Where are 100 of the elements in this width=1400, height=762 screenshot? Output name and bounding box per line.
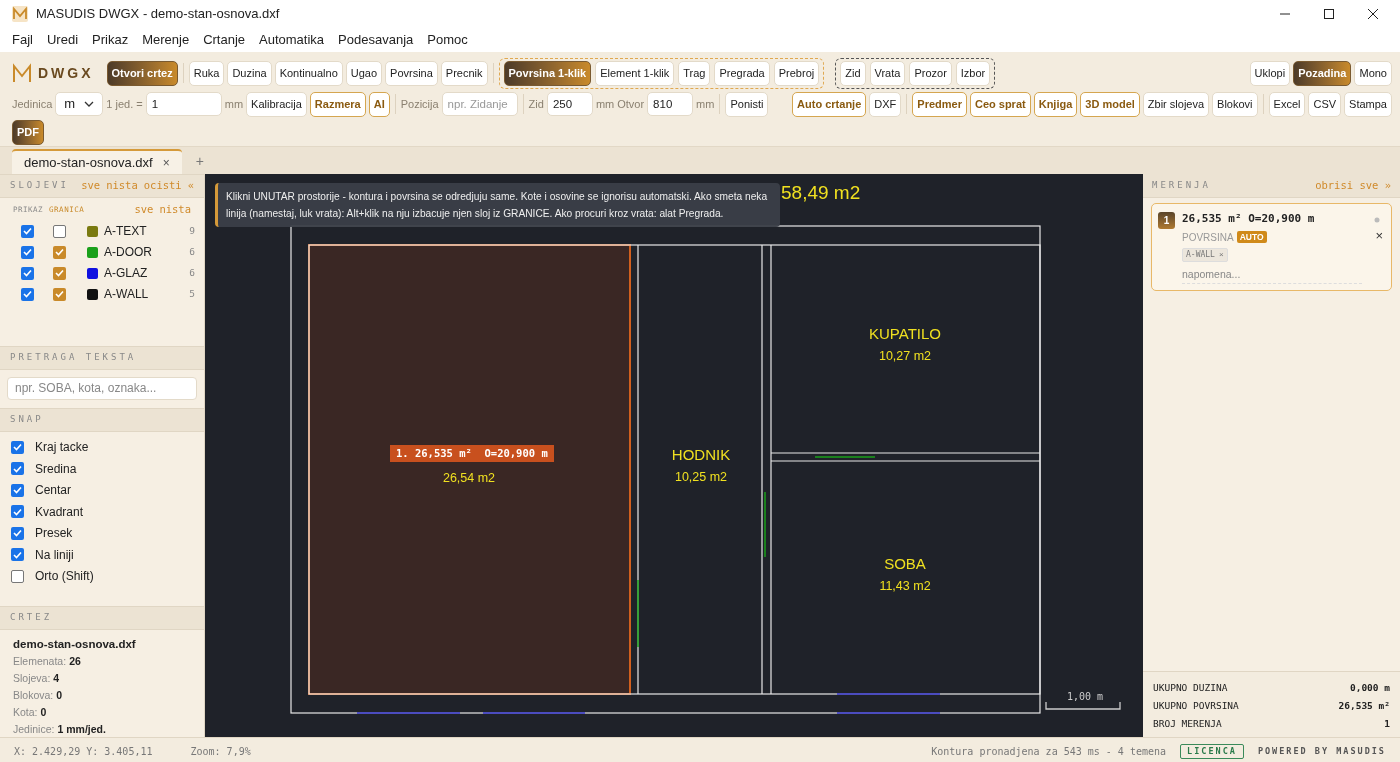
toolbar-button[interactable]: Predmer xyxy=(912,91,967,117)
boundary-checkbox[interactable] xyxy=(53,245,66,259)
search-field[interactable]: npr. SOBA, kota, oznaka... xyxy=(7,376,197,400)
toolbar-button[interactable]: Prebroj xyxy=(773,60,820,86)
toolbar-button[interactable]: Knjiga xyxy=(1033,91,1078,117)
toolbar-button[interactable]: CSV xyxy=(1308,91,1342,117)
toolbar-button[interactable]: Ponisti xyxy=(725,91,769,117)
selected-area[interactable] xyxy=(308,244,631,695)
field-label: Zid xyxy=(528,96,544,112)
input-field[interactable]: 810 xyxy=(647,92,694,116)
toolbar-button[interactable]: Uklopi xyxy=(1249,60,1291,86)
input-field[interactable]: 250 xyxy=(546,92,593,116)
toolbar-button[interactable]: Zbir slojeva xyxy=(1142,91,1210,117)
scale-label: 1,00 m xyxy=(1067,690,1104,704)
toolbar-button[interactable]: DXF xyxy=(869,91,902,117)
toolbar-button[interactable]: Vrata xyxy=(869,60,906,86)
input-field[interactable]: 1 xyxy=(145,92,222,116)
snap-checkbox[interactable] xyxy=(11,462,24,475)
snap-checkbox[interactable] xyxy=(11,526,24,540)
toolbar-button[interactable]: Blokovi xyxy=(1212,91,1258,117)
input-field[interactable]: npr. Zidanje xyxy=(441,92,518,116)
toolbar-button[interactable]: Otvori crtez xyxy=(106,60,178,86)
snap-option-label: Centar xyxy=(35,482,72,499)
toolbar-button[interactable]: Element 1-klik xyxy=(595,60,675,86)
toolbar-button[interactable]: Ruka xyxy=(188,60,225,86)
toolbar-button[interactable]: Povrsina xyxy=(385,60,438,86)
section-title: PRETRAGA TEKSTA xyxy=(10,351,137,365)
room-name: KUPATILO xyxy=(869,324,941,344)
file-tab[interactable]: demo-stan-osnova.dxf × xyxy=(12,149,182,174)
snap-checkbox[interactable] xyxy=(11,569,24,583)
toolbar-button[interactable]: Pregrada xyxy=(714,60,770,86)
section-title: SLOJEVI xyxy=(10,179,69,193)
field-label: Otvor xyxy=(617,96,645,112)
show-checkbox[interactable] xyxy=(21,287,34,301)
toolbar-button[interactable]: Kalibracija xyxy=(246,91,307,117)
section-title: CRTEZ xyxy=(10,611,53,625)
menu-item[interactable]: Merenje xyxy=(142,30,190,50)
toolbar-button[interactable]: Mono xyxy=(1354,60,1392,86)
toolbar-button[interactable]: Ceo sprat xyxy=(969,91,1031,117)
toolbar-button[interactable]: Trag xyxy=(678,60,711,86)
license-button[interactable]: LICENCA xyxy=(1180,743,1244,759)
toolbar-button[interactable]: Stampa xyxy=(1344,91,1392,117)
snap-option-label: Na liniji xyxy=(35,546,74,564)
pin-icon xyxy=(1374,217,1380,223)
close-icon xyxy=(1368,9,1378,19)
toolbar-button[interactable]: AI xyxy=(368,91,390,117)
menu-item[interactable]: Crtanje xyxy=(203,30,246,50)
menu-item[interactable]: Uredi xyxy=(46,30,79,50)
snap-checkbox[interactable] xyxy=(11,483,24,497)
tag-remove-button[interactable]: × xyxy=(1218,248,1224,261)
toolbar-button[interactable]: Pozadina xyxy=(1293,60,1352,86)
stat-label: Kota: xyxy=(13,705,38,720)
toolbar-button[interactable]: PDF xyxy=(12,119,44,145)
snap-checkbox[interactable] xyxy=(11,505,24,518)
menu-item[interactable]: Pomoc xyxy=(427,30,468,50)
toolbar-button[interactable]: Zid xyxy=(840,60,866,86)
check-icon xyxy=(13,443,22,451)
boundary-checkbox[interactable] xyxy=(53,266,66,280)
logo-text: DWGX xyxy=(38,63,94,83)
boundary-checkbox[interactable] xyxy=(53,224,66,238)
menu-item[interactable]: Automatika xyxy=(259,30,325,50)
section-title: MERENJA xyxy=(1152,178,1211,192)
snap-checkbox[interactable] xyxy=(11,548,24,561)
layer-count: 9 xyxy=(189,223,195,238)
total-label: UKUPNO POVRSINA xyxy=(1153,698,1239,713)
toolbar-button[interactable]: 3D model xyxy=(1080,91,1140,117)
check-icon xyxy=(13,486,22,494)
measurement-card[interactable]: 1 26,535 m² O=20,900 m POVRSINA AUTO A-WALL × napomena... × xyxy=(1151,203,1392,291)
menu-item[interactable]: Prikaz xyxy=(92,30,129,50)
hint-tooltip: Klikni UNUTAR prostorije - kontura i povrsina se odredjuju same. Kote i osovine se ignorisu automatski. Ako smeta neka linija (namestaj, luk vrata): Alt+klik na nju izbacuje njen sloj iz GRANICE. Ako procuri kroz vrata: alat Pregrada. xyxy=(215,183,780,227)
toolbar-button[interactable]: Prozor xyxy=(909,60,952,86)
toolbar-button[interactable]: Auto crtanje xyxy=(792,91,867,117)
show-checkbox[interactable] xyxy=(21,245,34,259)
tab-close-button[interactable]: × xyxy=(162,153,170,172)
show-checkbox[interactable] xyxy=(21,266,34,280)
toolbar-button[interactable]: Ugao xyxy=(345,60,383,86)
toolbar-button[interactable]: Excel xyxy=(1268,91,1306,117)
toolbar-button[interactable]: Kontinualno xyxy=(274,60,343,86)
boundary-checkbox[interactable] xyxy=(53,287,66,301)
toolbar-button[interactable]: Duzina xyxy=(227,60,272,86)
remove-measurement-button[interactable]: × xyxy=(1375,229,1383,242)
toolbar-button[interactable]: Izbor xyxy=(955,60,991,86)
menu-item[interactable]: Podesavanja xyxy=(338,30,414,50)
toolbar-button[interactable]: Precnik xyxy=(440,60,488,86)
section-title: SNAP xyxy=(10,413,44,427)
menu-item[interactable]: Fajl xyxy=(12,30,33,50)
app-logo-icon xyxy=(12,6,28,22)
snap-checkbox[interactable] xyxy=(11,440,24,454)
drawing-canvas[interactable] xyxy=(205,174,1143,737)
window-title: MASUDIS DWGX - demo-stan-osnova.dxf xyxy=(36,5,280,24)
check-icon xyxy=(55,269,64,277)
show-checkbox[interactable] xyxy=(21,224,34,238)
new-tab-button[interactable]: + xyxy=(185,149,214,174)
unit-dropdown[interactable]: m xyxy=(55,92,104,116)
room-name: SOBA xyxy=(884,554,926,574)
stat-value: 4 xyxy=(53,671,60,686)
toolbar-button[interactable]: Razmera xyxy=(309,91,366,117)
snap-option-label: Sredina xyxy=(35,460,77,478)
toolbar-button[interactable]: Povrsina 1-klik xyxy=(503,60,592,86)
note-field[interactable]: napomena... xyxy=(1182,265,1362,284)
